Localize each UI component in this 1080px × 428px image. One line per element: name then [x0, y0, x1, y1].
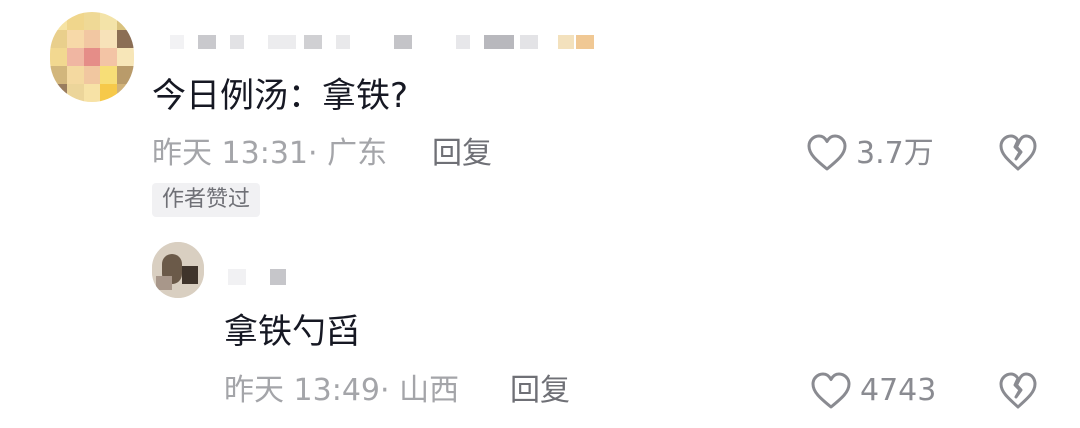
broken-heart-icon[interactable] — [998, 372, 1038, 410]
comment-time: 昨天 13:31 — [152, 136, 308, 171]
like-count: 3.7万 — [856, 136, 934, 171]
comment-location: 广东 — [327, 136, 388, 171]
meta-separator: · — [308, 136, 318, 171]
reply-meta: 昨天 13:49· 山西 — [224, 373, 459, 409]
reply-button[interactable]: 回复 — [510, 373, 570, 409]
broken-heart-icon[interactable] — [998, 134, 1038, 172]
commenter-name-mosaic[interactable] — [170, 32, 594, 52]
commenter-avatar[interactable] — [50, 12, 134, 102]
heart-outline-icon[interactable] — [806, 134, 848, 172]
reply-text: 拿铁勺舀 — [224, 312, 360, 352]
comment-meta: 昨天 13:31· 广东 — [152, 136, 387, 172]
meta-separator: · — [380, 373, 390, 408]
replier-name-mosaic[interactable] — [228, 268, 286, 286]
replier-avatar[interactable] — [152, 242, 204, 298]
author-liked-badge: 作者赞过 — [152, 183, 261, 217]
reply-location: 山西 — [399, 373, 460, 408]
reply-button[interactable]: 回复 — [432, 136, 492, 172]
comment-text: 今日例汤：拿铁? — [152, 76, 409, 116]
reply-time: 昨天 13:49 — [224, 373, 380, 408]
heart-outline-icon[interactable] — [810, 372, 852, 410]
like-count: 4743 — [860, 373, 937, 408]
